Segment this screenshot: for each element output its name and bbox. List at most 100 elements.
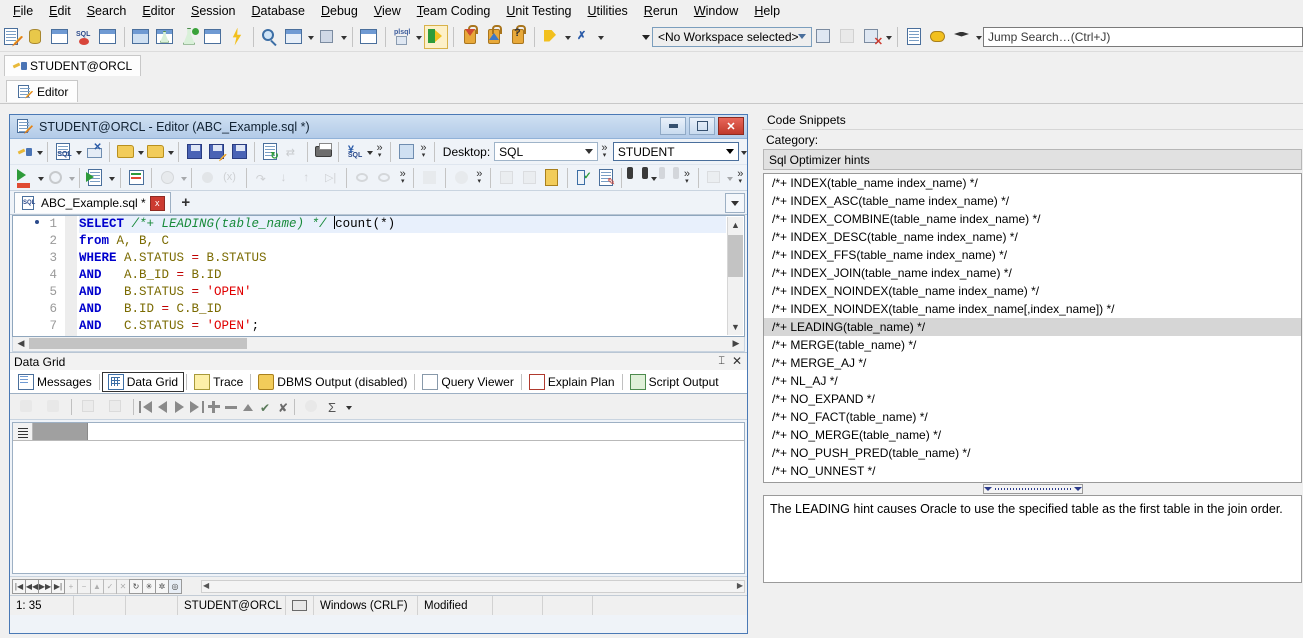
format-sql-dropdown-arrow[interactable] (365, 142, 374, 162)
workspace-selector[interactable]: <No Workspace selected> (652, 26, 812, 47)
result-tab-dbms-output-disabled[interactable]: DBMS Output (disabled) (253, 372, 412, 392)
explain-plan-icon[interactable] (259, 26, 281, 48)
toolbar-overflow-row1b[interactable]: » ▾ (417, 141, 430, 163)
close-file-icon[interactable]: ✕ (84, 141, 104, 163)
copy-window-icon[interactable] (130, 26, 152, 48)
execute-script-file-icon[interactable] (85, 167, 106, 189)
connection-tab-student-orcl[interactable]: STUDENT@ORCL (4, 55, 142, 76)
close-icon[interactable]: x (149, 195, 165, 211)
code-line[interactable]: WHERE A.STATUS = B.STATUS (79, 250, 726, 267)
workspace-dropdown-arrow[interactable] (884, 27, 893, 47)
scroll-left-arrow[interactable]: ◀ (203, 581, 209, 590)
pin-icon[interactable]: ⌶ (718, 355, 725, 368)
snippet-list[interactable]: /*+ INDEX(table_name index_name) *//*+ I… (763, 173, 1302, 483)
tab-editor[interactable]: Editor (6, 80, 79, 102)
import-icon[interactable] (459, 24, 481, 48)
schema-dropdown-extra-arrow[interactable] (739, 142, 747, 162)
toolbar-overflow-row2[interactable]: » ▾ (396, 167, 409, 189)
category-selector[interactable]: Sql Optimizer hints (763, 149, 1302, 170)
snippet-list-item[interactable]: /*+ INDEX_NOINDEX(table_name index_name)… (764, 282, 1301, 300)
last-record-icon[interactable] (190, 400, 204, 414)
result-tab-trace[interactable]: Trace (189, 372, 248, 392)
result-tab-explain-plan[interactable]: Explain Plan (524, 372, 620, 392)
menu-item-view[interactable]: View (366, 2, 409, 20)
schema-selector[interactable]: STUDENT (612, 142, 739, 161)
minimize-button[interactable] (660, 117, 686, 135)
new-editor-icon[interactable] (1, 26, 23, 48)
nav-last-button[interactable]: ▶| (51, 578, 65, 594)
toolbar-overflow-arrow[interactable] (640, 26, 652, 48)
desktop-selector[interactable]: SQL (494, 142, 599, 161)
editor-vertical-scrollbar[interactable]: ▲ ▼ (727, 217, 743, 335)
close-button[interactable]: ✕ (718, 117, 744, 135)
team-coding-icon[interactable] (316, 26, 338, 48)
snippet-list-item[interactable]: /*+ MERGE(table_name) */ (764, 336, 1301, 354)
debug-stop-icon[interactable]: ✗ (573, 26, 595, 48)
session-browser-icon[interactable] (25, 26, 47, 48)
new-flask-icon[interactable] (178, 26, 200, 48)
debug-step-dropdown-arrow[interactable] (563, 27, 572, 47)
delete-record-icon[interactable] (224, 400, 238, 414)
debug-stop-dropdown-arrow[interactable] (596, 27, 605, 47)
check-syntax-icon[interactable]: ✓ (573, 167, 594, 189)
find-dropdown-arrow[interactable] (649, 168, 658, 188)
editor-horizontal-scrollbar[interactable]: ◀ ▶ (12, 337, 745, 352)
tab-list-dropdown[interactable] (725, 193, 745, 213)
print-icon[interactable] (313, 141, 333, 163)
nav-refresh-button[interactable]: ↻ (129, 578, 143, 594)
sum-icon[interactable]: Σ (327, 400, 341, 415)
menu-item-help[interactable]: Help (746, 2, 788, 20)
result-tab-messages[interactable]: Messages (13, 372, 97, 392)
first-record-icon[interactable] (139, 400, 153, 414)
editor-window-titlebar[interactable]: STUDENT@ORCL - Editor (ABC_Example.sql *… (10, 115, 747, 139)
grid-horizontal-scrollbar[interactable]: ◀ ▶ (201, 579, 745, 593)
menu-item-team-coding[interactable]: Team Coding (409, 2, 499, 20)
code-line[interactable]: SELECT /*+ LEADING(table_name) */ count(… (79, 216, 726, 233)
toolbar-overflow-row1[interactable]: » ▾ (373, 141, 386, 163)
maximize-button[interactable] (689, 117, 715, 135)
menu-item-editor[interactable]: Editor (134, 2, 183, 20)
menu-item-file[interactable]: File (5, 2, 41, 20)
reports-icon[interactable] (903, 26, 925, 48)
result-tab-script-output[interactable]: Script Output (625, 372, 724, 392)
clear-editor-icon[interactable]: ✎ (596, 167, 617, 189)
sum-dropdown-arrow[interactable] (344, 397, 353, 417)
menu-item-search[interactable]: Search (79, 2, 135, 20)
nav-filter-button[interactable]: ✳ (142, 578, 156, 594)
toolbar-overflow-row2b[interactable]: » ▾ (473, 167, 486, 189)
new-file-dropdown-arrow[interactable] (74, 142, 83, 162)
grid-column-header[interactable] (33, 423, 88, 440)
save-as-icon[interactable] (206, 141, 227, 163)
nav-prev-page-button[interactable]: ◀◀ (25, 578, 39, 594)
workspace-save-icon[interactable] (813, 26, 835, 48)
window-list-dropdown-arrow[interactable] (306, 27, 315, 47)
snippet-list-item[interactable]: /*+ NO_UNNEST */ (764, 462, 1301, 480)
open-file-icon[interactable] (115, 141, 135, 163)
execute-explain-icon[interactable] (126, 167, 147, 189)
window-list-icon[interactable] (283, 26, 305, 48)
menu-item-window[interactable]: Window (686, 2, 746, 20)
code-line[interactable]: AND B.ID = C.B_ID (79, 301, 726, 318)
menu-item-unit-testing[interactable]: Unit Testing (498, 2, 579, 20)
new-file-tab-button[interactable]: + (170, 192, 201, 213)
snippet-list-item[interactable]: /*+ INDEX_FFS(table_name index_name) */ (764, 246, 1301, 264)
dock-close-icon[interactable]: ✕ (732, 354, 742, 368)
scroll-thumb-h[interactable] (29, 338, 247, 349)
scroll-thumb[interactable] (728, 235, 743, 277)
next-record-icon[interactable] (173, 400, 187, 414)
debug-step-icon[interactable] (540, 26, 562, 48)
help-unknown-icon[interactable]: ? (507, 24, 529, 48)
jump-search-input[interactable]: Jump Search…(Ctrl+J) (983, 26, 1303, 47)
toolbar-overflow-row2c[interactable]: » ▾ (680, 167, 693, 189)
code-line[interactable]: AND C.STATUS = 'OPEN'; (79, 318, 726, 335)
splitter-grip[interactable] (982, 484, 1083, 494)
execute-icon[interactable] (424, 24, 448, 49)
result-tab-data-grid[interactable]: Data Grid (101, 371, 185, 392)
menu-item-utilities[interactable]: Utilities (579, 2, 635, 20)
save-icon[interactable] (184, 141, 204, 163)
snippet-list-item[interactable]: /*+ INDEX_DESC(table_name index_name) */ (764, 228, 1301, 246)
nav-first-button[interactable]: |◀ (12, 578, 26, 594)
nav-next-page-button[interactable]: ▶▶ (38, 578, 52, 594)
post-record-icon[interactable]: ✔ (258, 400, 272, 415)
scroll-left-arrow[interactable]: ◀ (14, 338, 28, 349)
